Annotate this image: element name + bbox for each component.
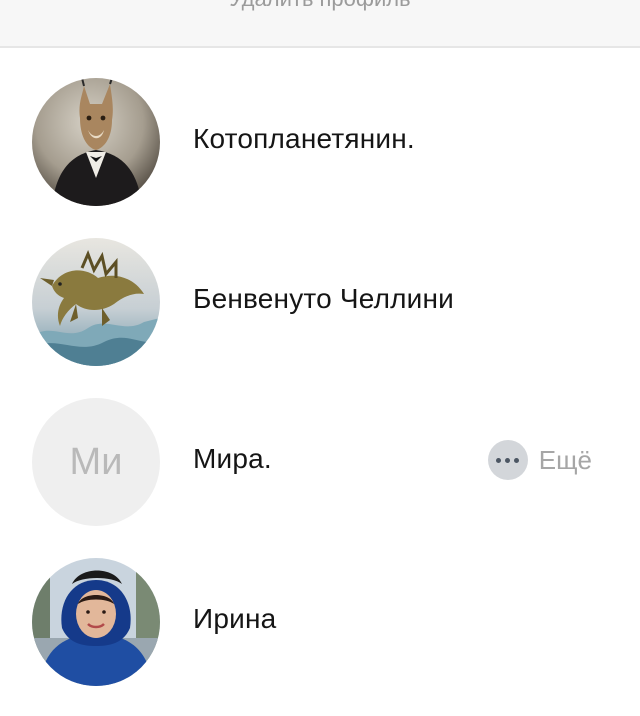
list-item-user[interactable]: Ирина bbox=[0, 528, 640, 688]
list-item-user[interactable]: Ми Мира. Ещё bbox=[0, 368, 640, 528]
avatar[interactable] bbox=[32, 558, 160, 686]
top-bar: Удалить профиль bbox=[0, 0, 640, 48]
woman-in-blue-hood-image bbox=[32, 558, 160, 686]
delete-profile-button[interactable]: Удалить профиль bbox=[0, 0, 640, 12]
avatar[interactable]: Ми bbox=[32, 398, 160, 526]
user-name[interactable]: Котопланетянин. bbox=[193, 123, 415, 155]
caracal-in-tuxedo-image bbox=[32, 78, 160, 206]
user-name[interactable]: Мира. bbox=[193, 443, 272, 475]
ellipsis-icon bbox=[487, 440, 528, 480]
user-name[interactable]: Бенвенуто Челлини bbox=[193, 283, 454, 315]
list-item-user[interactable]: Котопланетянин. bbox=[0, 48, 640, 208]
more-label: Ещё bbox=[538, 444, 592, 475]
avatar[interactable] bbox=[32, 238, 160, 366]
list-item-user[interactable]: Бенвенуто Челлини bbox=[0, 208, 640, 368]
avatar-initials: Ми bbox=[69, 440, 123, 483]
user-name[interactable]: Ирина bbox=[193, 603, 276, 635]
avatar[interactable] bbox=[32, 78, 160, 206]
sea-dragon-image bbox=[32, 238, 160, 366]
more-button[interactable]: Ещё bbox=[487, 440, 592, 480]
